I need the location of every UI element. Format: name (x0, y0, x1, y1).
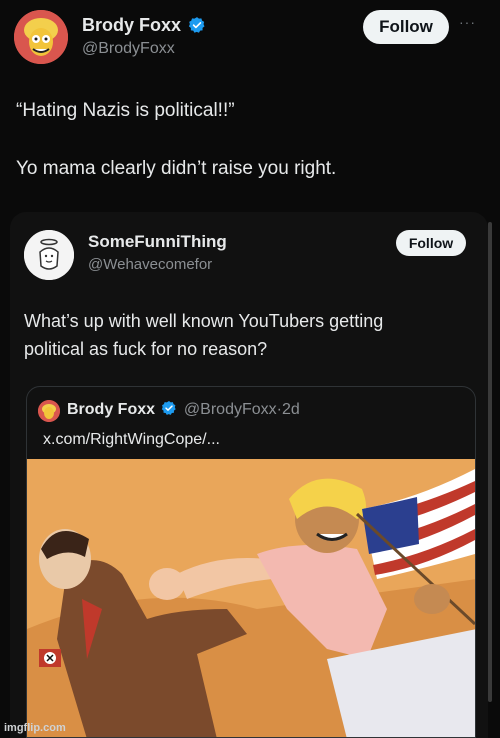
author-name-row[interactable]: Brody Foxx (82, 15, 206, 36)
cartoon-image[interactable] (27, 459, 475, 737)
quoted-author-handle[interactable]: @Wehavecomefor (88, 256, 212, 273)
author-handle[interactable]: @BrodyFoxx (82, 40, 175, 58)
post-text-line-1: “Hating Nazis is political!!” (16, 100, 235, 121)
quoted-follow-button[interactable]: Follow (396, 230, 466, 256)
more-options-icon[interactable]: ··· (459, 14, 476, 30)
nested-author-name[interactable]: Brody Foxx (67, 401, 155, 418)
nested-link-text[interactable]: x.com/RightWingCope/... (43, 431, 220, 449)
quoted-author-name[interactable]: SomeFunniThing (88, 232, 227, 252)
nested-verified-badge-icon (162, 401, 177, 416)
author-name[interactable]: Brody Foxx (82, 15, 181, 35)
nested-author-row: Brody Foxx @BrodyFoxx·2d (67, 401, 300, 419)
quoted-text-line-1: What’s up with well known YouTubers gett… (24, 311, 384, 331)
post-time: 2d (281, 401, 300, 418)
nested-author-avatar[interactable] (38, 400, 60, 422)
scrollbar[interactable] (488, 222, 492, 702)
watermark-text: imgflip.com (4, 722, 66, 734)
nested-author-handle[interactable]: @BrodyFoxx (184, 401, 277, 418)
nested-quote-card[interactable]: Brody Foxx @BrodyFoxx·2d x.com/RightWing… (26, 386, 476, 738)
quoted-text-line-2: political as fuck for no reason? (24, 339, 268, 359)
quoted-author-avatar[interactable] (24, 230, 74, 280)
verified-badge-icon (188, 16, 205, 33)
post-text-line-2: Yo mama clearly didn’t raise you right. (16, 158, 337, 179)
author-avatar[interactable] (14, 10, 68, 64)
follow-button[interactable]: Follow (363, 10, 449, 44)
screenshot-frame: Brody Foxx @BrodyFoxx Follow ··· “Hating… (0, 0, 500, 738)
